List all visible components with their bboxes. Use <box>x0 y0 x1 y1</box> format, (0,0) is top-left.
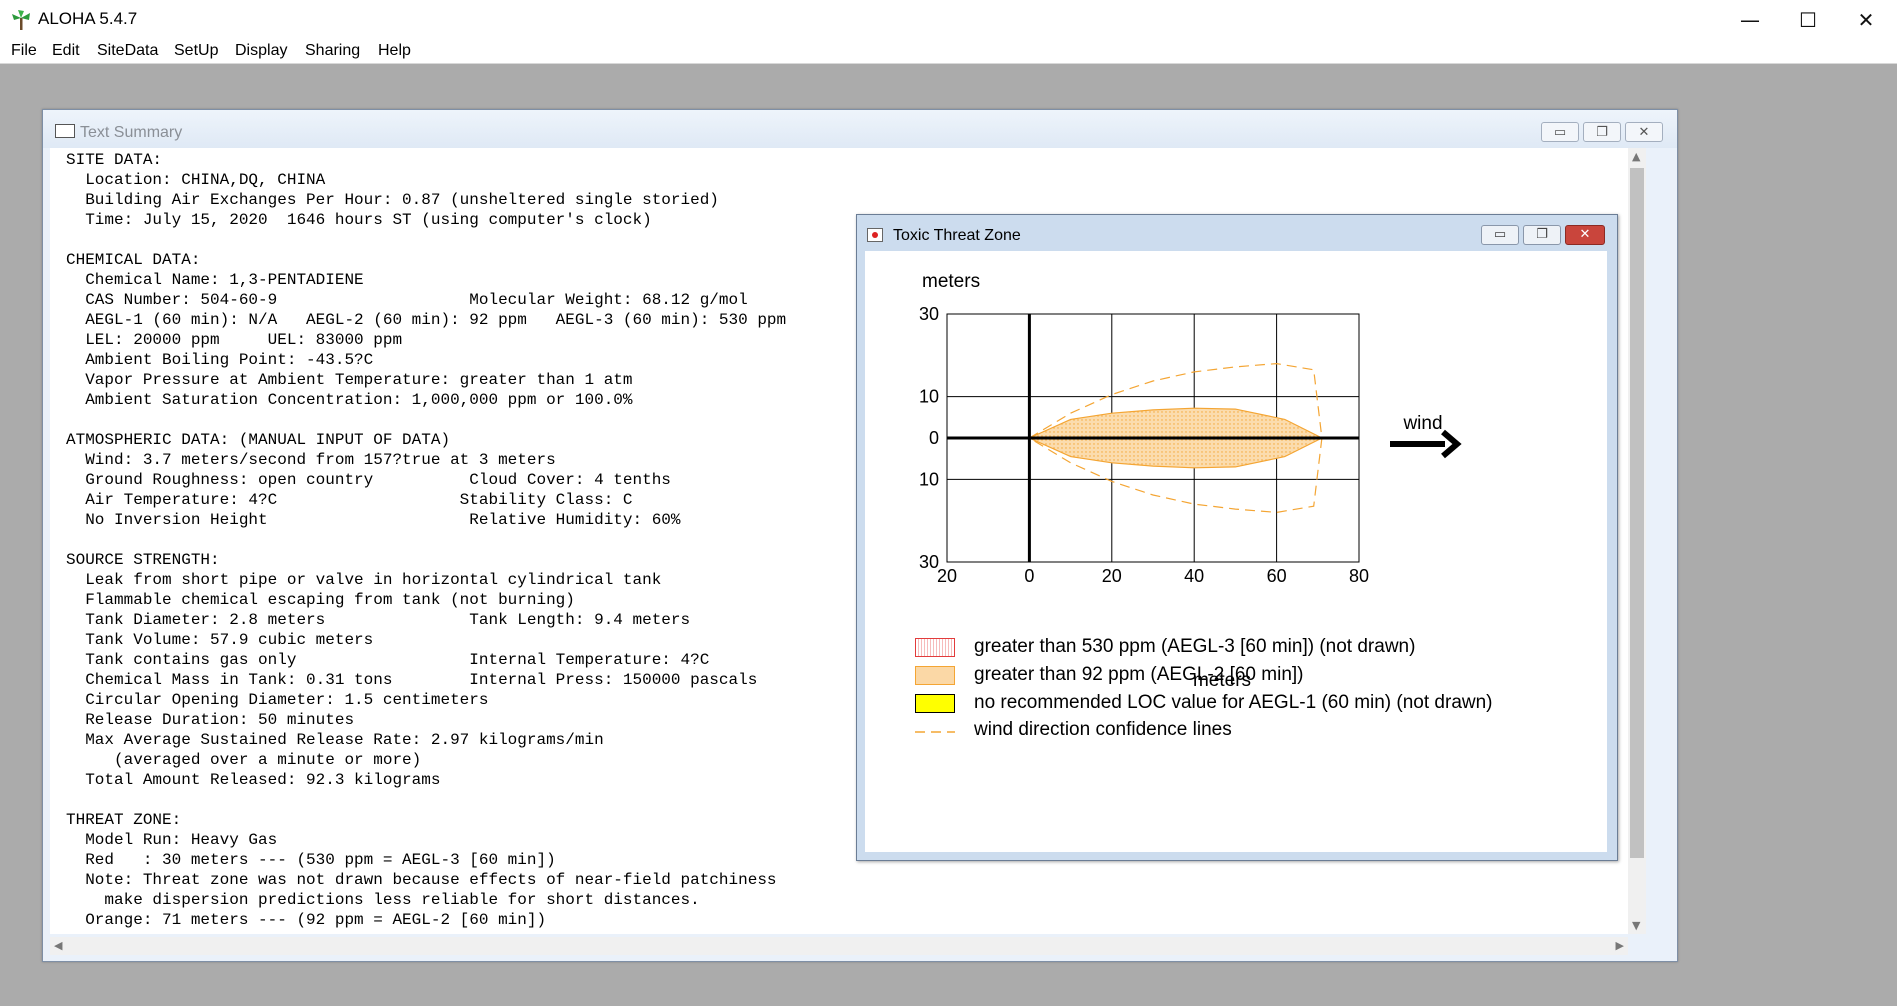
toxic-threat-zone-window: Toxic Threat Zone ▭ ❐ ✕ 20 0 20 40 60 80 30 10 0… <box>856 214 1618 861</box>
scroll-left-icon[interactable]: ◀ <box>54 939 62 952</box>
y-tick-label: 0 <box>929 428 939 448</box>
summary-text-block: SITE DATA: Location: CHINA,DQ, CHINA Bui… <box>66 151 787 929</box>
legend-text-aegl1: no recommended LOC value for AEGL-1 (60 … <box>974 692 1493 713</box>
legend-swatch-aegl2 <box>915 666 955 685</box>
scroll-up-icon[interactable]: ▲ <box>1632 150 1640 163</box>
x-tick-label: 80 <box>1349 566 1369 586</box>
threat-close-button[interactable]: ✕ <box>1565 225 1605 245</box>
vertical-scrollbar[interactable]: ▲ ▼ <box>1628 148 1646 934</box>
text-summary-title: Text Summary <box>80 124 183 141</box>
wind-label: wind <box>1402 413 1442 434</box>
legend-swatch-confidence <box>915 731 955 733</box>
legend-text-aegl2: greater than 92 ppm (AEGL-2 [60 min]) <box>974 664 1304 685</box>
threat-minimize-button[interactable]: ▭ <box>1481 225 1519 245</box>
x-tick-label: 40 <box>1184 566 1204 586</box>
menu-display[interactable]: Display <box>235 42 287 60</box>
menu-bar: File Edit SiteData SetUp Display Sharing… <box>0 40 1897 64</box>
x-tick-label: 20 <box>1102 566 1122 586</box>
document-icon <box>55 124 75 138</box>
menu-edit[interactable]: Edit <box>52 42 80 60</box>
threat-zone-plot-area: 20 0 20 40 60 80 30 10 0 10 30 meters meters wind … <box>865 251 1607 852</box>
summary-close-button[interactable]: ✕ <box>1625 122 1663 142</box>
y-tick-label: 30 <box>919 304 939 324</box>
summary-minimize-button[interactable]: ▭ <box>1541 122 1579 142</box>
y-tick-label: 30 <box>919 552 939 572</box>
legend-swatch-aegl1 <box>915 694 955 713</box>
threat-zone-caption[interactable]: Toxic Threat Zone ▭ ❐ ✕ <box>857 215 1617 251</box>
app-title-bar: ALOHA 5.4.7 — ☐ ✕ <box>0 0 1897 40</box>
scroll-right-icon[interactable]: ▶ <box>1616 939 1624 952</box>
vertical-scroll-thumb[interactable] <box>1630 168 1644 858</box>
app-title: ALOHA 5.4.7 <box>38 9 138 28</box>
summary-restore-button[interactable]: ❐ <box>1583 122 1621 142</box>
y-tick-label: 10 <box>919 469 939 489</box>
x-tick-label: 20 <box>937 566 957 586</box>
legend-text-aegl3: greater than 530 ppm (AEGL-3 [60 min]) (… <box>974 636 1416 657</box>
threat-zone-title: Toxic Threat Zone <box>893 227 1021 244</box>
wind-arrow: wind <box>1390 413 1462 459</box>
maximize-button[interactable]: ☐ <box>1779 0 1837 40</box>
text-summary-caption[interactable]: Text Summary ▭ ❐ ✕ <box>43 110 1677 148</box>
menu-sitedata[interactable]: SiteData <box>97 42 158 60</box>
threat-zone-chart: 20 0 20 40 60 80301001030 meters meters wind <box>919 271 1462 691</box>
palm-tree-icon <box>12 10 30 30</box>
threat-zone-icon <box>867 228 883 242</box>
menu-help[interactable]: Help <box>378 42 411 60</box>
threat-restore-button[interactable]: ❐ <box>1523 225 1561 245</box>
x-tick-label: 0 <box>1024 566 1034 586</box>
legend-swatch-aegl3 <box>915 638 955 657</box>
menu-file[interactable]: File <box>11 42 37 60</box>
x-tick-label: 60 <box>1267 566 1287 586</box>
scroll-down-icon[interactable]: ▼ <box>1632 919 1640 932</box>
legend-text-confidence: wind direction confidence lines <box>974 719 1232 740</box>
menu-setup[interactable]: SetUp <box>174 42 218 60</box>
horizontal-scrollbar[interactable]: ◀ ▶ <box>50 937 1628 955</box>
close-button[interactable]: ✕ <box>1837 0 1895 40</box>
minimize-button[interactable]: — <box>1721 0 1779 40</box>
menu-sharing[interactable]: Sharing <box>305 42 360 60</box>
y-tick-label: 10 <box>919 387 939 407</box>
y-axis-label: meters <box>922 271 980 292</box>
